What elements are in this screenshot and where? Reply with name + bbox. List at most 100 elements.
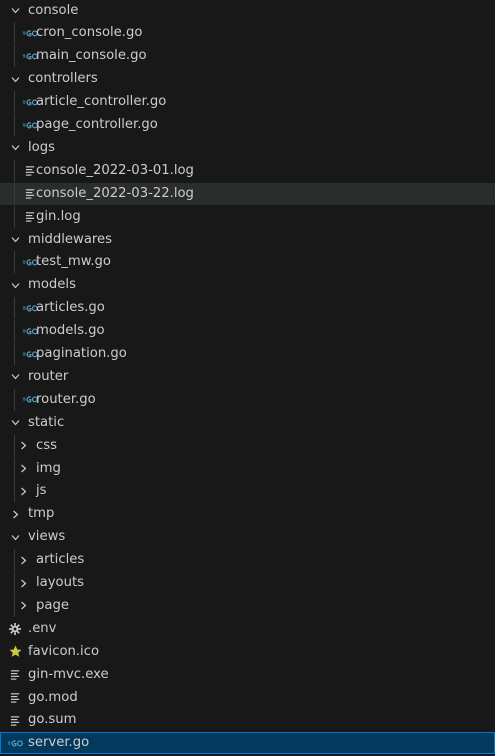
- folder-row-css[interactable]: css: [0, 434, 495, 457]
- file-label: .env: [28, 620, 57, 636]
- file-label: pagination.go: [36, 346, 127, 361]
- file-explorer-tree: console cron_console.go main_console.gocon…: [0, 0, 495, 756]
- folder-row-views[interactable]: views: [0, 526, 495, 548]
- folder-row-tmp[interactable]: tmp: [0, 503, 495, 525]
- chevron-down-icon[interactable]: [7, 366, 23, 388]
- folder-row-page[interactable]: page: [0, 594, 495, 617]
- file-row-pagination-go[interactable]: pagination.go: [0, 343, 495, 365]
- folder-label: console: [28, 2, 79, 18]
- indent-guide: [14, 343, 15, 365]
- folder-label: page: [36, 597, 69, 613]
- file-row-router-go[interactable]: router.go: [0, 388, 495, 411]
- file-row-main-console-go[interactable]: main_console.go: [0, 45, 495, 68]
- indent-guide: [14, 159, 15, 182]
- indent-guide: [14, 388, 15, 411]
- folder-label: middlewares: [28, 231, 113, 247]
- folder-row-img[interactable]: img: [0, 457, 495, 480]
- folder-label: articles: [36, 552, 85, 568]
- chevron-right-icon[interactable]: [15, 458, 31, 480]
- file-label: gin-mvc.exe: [28, 666, 109, 682]
- indent-guide: [14, 297, 15, 320]
- go-icon: [6, 732, 24, 754]
- file-label: test_mw.go: [36, 254, 111, 270]
- file-row-server-go[interactable]: server.go: [0, 732, 495, 755]
- folder-label: tmp: [28, 506, 55, 522]
- folder-row-static[interactable]: static: [0, 412, 495, 434]
- folder-label: css: [36, 437, 57, 453]
- folder-row-layouts[interactable]: layouts: [0, 572, 495, 594]
- file-label: console_2022-03-22.log: [36, 185, 194, 201]
- file-label: favicon.ico: [28, 643, 100, 659]
- file-row-test-mw-go[interactable]: test_mw.go: [0, 251, 495, 274]
- file-row-go-sum[interactable]: go.sum: [0, 709, 495, 731]
- folder-label: router: [28, 368, 69, 384]
- file-row-models-go[interactable]: models.go: [0, 320, 495, 343]
- indent-guide: [14, 182, 15, 205]
- folder-row-logs[interactable]: logs: [0, 137, 495, 159]
- file-label: go.mod: [28, 689, 78, 705]
- folder-label: models: [28, 277, 76, 293]
- file-label: article_controller.go: [36, 94, 167, 110]
- indent-guide: [14, 114, 15, 136]
- folder-label: layouts: [36, 575, 85, 590]
- file-label: router.go: [36, 391, 96, 407]
- folder-label: logs: [28, 139, 55, 155]
- file-row-env[interactable]: .env: [0, 618, 495, 640]
- chevron-down-icon[interactable]: [7, 526, 23, 548]
- file-row-console-2022-03-01-log[interactable]: console_2022-03-01.log: [0, 159, 495, 182]
- chevron-down-icon[interactable]: [7, 412, 23, 434]
- file-row-gin-log[interactable]: gin.log: [0, 205, 495, 228]
- folder-label: views: [28, 529, 66, 545]
- indent-guide: [14, 22, 15, 45]
- indent-guide: [14, 251, 15, 274]
- chevron-right-icon[interactable]: [15, 480, 31, 502]
- file-row-go-mod[interactable]: go.mod: [0, 687, 495, 709]
- indent-guide: [14, 205, 15, 228]
- folder-row-middlewares[interactable]: middlewares: [0, 229, 495, 251]
- folder-row-articles[interactable]: articles: [0, 549, 495, 572]
- file-label: server.go: [28, 735, 90, 751]
- chevron-right-icon[interactable]: [7, 503, 23, 525]
- file-row-cron-console-go[interactable]: cron_console.go: [0, 22, 495, 45]
- chevron-down-icon[interactable]: [7, 137, 23, 159]
- folder-label: controllers: [28, 71, 98, 87]
- file-label: page_controller.go: [36, 117, 158, 132]
- file-label: gin.log: [36, 208, 81, 224]
- chevron-right-icon[interactable]: [15, 549, 31, 571]
- chevron-down-icon[interactable]: [7, 229, 23, 251]
- lines-icon: [6, 687, 24, 709]
- indent-guide: [14, 45, 15, 68]
- chevron-right-icon[interactable]: [15, 435, 31, 457]
- lines-icon: [6, 664, 24, 686]
- lines-icon: [6, 709, 24, 731]
- file-label: go.sum: [28, 712, 77, 728]
- file-row-article-controller-go[interactable]: article_controller.go: [0, 91, 495, 114]
- chevron-right-icon[interactable]: [15, 595, 31, 617]
- folder-label: js: [36, 483, 47, 499]
- folder-row-js[interactable]: js: [0, 480, 495, 503]
- file-label: main_console.go: [36, 48, 147, 64]
- file-row-page-controller-go[interactable]: page_controller.go: [0, 114, 495, 136]
- gear-icon: [6, 618, 24, 640]
- chevron-down-icon[interactable]: [7, 68, 23, 90]
- indent-guide: [14, 91, 15, 114]
- file-row-articles-go[interactable]: articles.go: [0, 297, 495, 320]
- file-label: console_2022-03-01.log: [36, 162, 194, 178]
- folder-label: img: [36, 460, 61, 476]
- file-row-gin-mvc-exe[interactable]: gin-mvc.exe: [0, 664, 495, 686]
- indent-guide: [14, 320, 15, 343]
- file-row-console-2022-03-22-log[interactable]: console_2022-03-22.log: [0, 182, 495, 205]
- chevron-right-icon[interactable]: [15, 572, 31, 594]
- chevron-down-icon[interactable]: [7, 274, 23, 296]
- folder-row-models[interactable]: models: [0, 274, 495, 296]
- folder-row-router[interactable]: router: [0, 366, 495, 388]
- folder-row-controllers[interactable]: controllers: [0, 68, 495, 90]
- file-label: articles.go: [36, 300, 105, 316]
- file-row-favicon-ico[interactable]: favicon.ico: [0, 641, 495, 663]
- star-icon: [6, 641, 24, 663]
- file-label: models.go: [36, 323, 105, 339]
- file-label: cron_console.go: [36, 25, 143, 41]
- folder-row-console[interactable]: console: [0, 0, 495, 22]
- chevron-down-icon[interactable]: [7, 0, 23, 22]
- folder-label: static: [28, 414, 65, 430]
